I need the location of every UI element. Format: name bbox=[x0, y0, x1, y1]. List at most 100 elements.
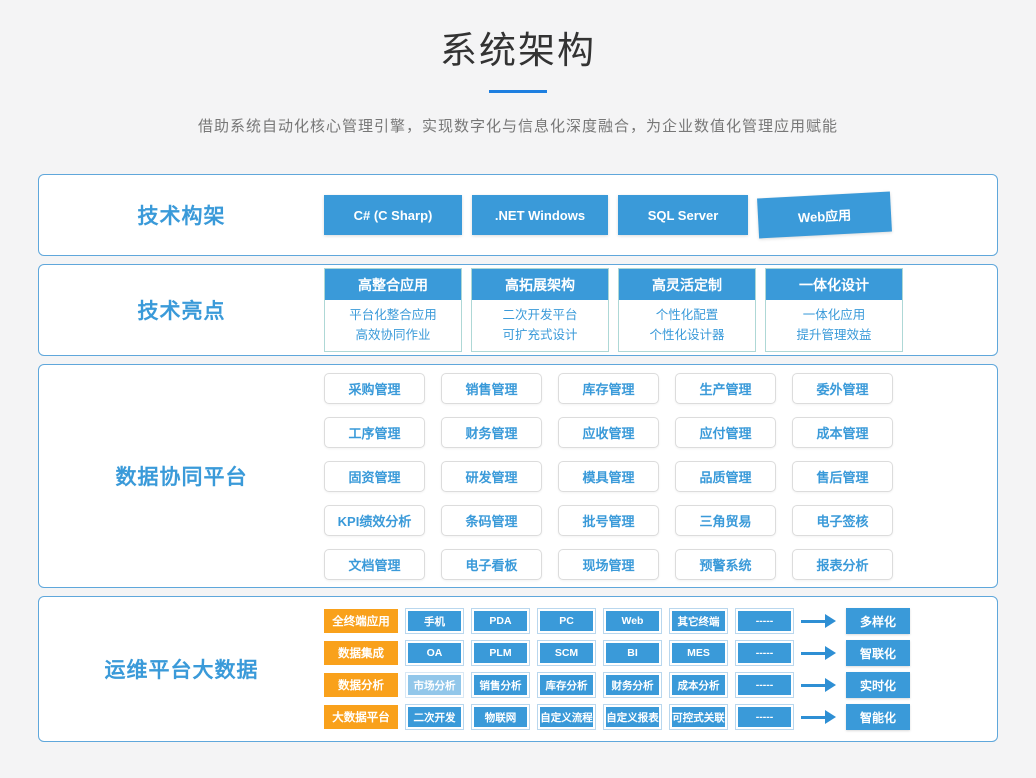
module-button[interactable]: 固资管理 bbox=[324, 461, 425, 492]
module-button[interactable]: 销售管理 bbox=[441, 373, 542, 404]
ops-items: OA PLM SCM BI MES ----- bbox=[406, 641, 793, 665]
module-button[interactable]: 模具管理 bbox=[558, 461, 659, 492]
ops-item[interactable]: SCM bbox=[538, 641, 595, 665]
ops-items: 手机 PDA PC Web 其它终端 ----- bbox=[406, 609, 793, 633]
tech-button-csharp[interactable]: C# (C Sharp) bbox=[324, 195, 462, 235]
title-underline bbox=[489, 90, 547, 93]
ops-item-ellipsis: ----- bbox=[736, 673, 793, 697]
module-button[interactable]: 三角贸易 bbox=[675, 505, 776, 536]
module-button[interactable]: 工序管理 bbox=[324, 417, 425, 448]
ops-category-tag: 数据集成 bbox=[324, 641, 398, 665]
module-button[interactable]: 采购管理 bbox=[324, 373, 425, 404]
ops-item[interactable]: Web bbox=[604, 609, 661, 633]
highlight-card-line: 个性化设计器 bbox=[619, 325, 755, 345]
highlight-card-line: 可扩充式设计 bbox=[472, 325, 608, 345]
ops-item[interactable]: PLM bbox=[472, 641, 529, 665]
highlight-card-line: 一体化应用 bbox=[766, 305, 902, 325]
ops-item[interactable]: 销售分析 bbox=[472, 673, 529, 697]
ops-item[interactable]: 市场分析 bbox=[406, 673, 463, 697]
ops-item[interactable]: PDA bbox=[472, 609, 529, 633]
section-label-tech-highlights: 技术亮点 bbox=[39, 295, 324, 325]
module-button[interactable]: 生产管理 bbox=[675, 373, 776, 404]
ops-item[interactable]: 物联网 bbox=[472, 705, 529, 729]
module-button[interactable]: 成本管理 bbox=[792, 417, 893, 448]
highlight-card-body: 平台化整合应用 高效协同作业 bbox=[325, 302, 461, 351]
tech-button-sqlserver[interactable]: SQL Server bbox=[618, 195, 748, 235]
module-button[interactable]: KPI绩效分析 bbox=[324, 505, 425, 536]
module-button[interactable]: 研发管理 bbox=[441, 461, 542, 492]
arrow-right-icon bbox=[801, 710, 836, 724]
module-button[interactable]: 批号管理 bbox=[558, 505, 659, 536]
ops-item[interactable]: 成本分析 bbox=[670, 673, 727, 697]
ops-item-ellipsis: ----- bbox=[736, 705, 793, 729]
module-button[interactable]: 品质管理 bbox=[675, 461, 776, 492]
section-data-platform: 数据协同平台 采购管理 销售管理 库存管理 生产管理 委外管理 工序管理 财务管… bbox=[38, 364, 998, 588]
highlight-card-line: 二次开发平台 bbox=[472, 305, 608, 325]
module-button[interactable]: 委外管理 bbox=[792, 373, 893, 404]
ops-item[interactable]: BI bbox=[604, 641, 661, 665]
tech-button-web[interactable]: Web应用 bbox=[757, 192, 892, 239]
ops-result-button[interactable]: 智能化 bbox=[846, 704, 910, 730]
ops-row-bigdata: 大数据平台 二次开发 物联网 自定义流程 自定义报表 可控式关联 ----- 智… bbox=[324, 704, 910, 730]
ops-row-analysis: 数据分析 市场分析 销售分析 库存分析 财务分析 成本分析 ----- 实时化 bbox=[324, 672, 910, 698]
highlight-card-title: 高整合应用 bbox=[325, 269, 461, 302]
highlight-card-body: 二次开发平台 可扩充式设计 bbox=[472, 302, 608, 351]
ops-row-terminals: 全终端应用 手机 PDA PC Web 其它终端 ----- 多样化 bbox=[324, 608, 910, 634]
module-button[interactable]: 文档管理 bbox=[324, 549, 425, 580]
ops-item[interactable]: OA bbox=[406, 641, 463, 665]
section-label-data-platform: 数据协同平台 bbox=[39, 461, 324, 491]
ops-item[interactable]: 自定义报表 bbox=[604, 705, 661, 729]
ops-item[interactable]: 手机 bbox=[406, 609, 463, 633]
ops-item[interactable]: PC bbox=[538, 609, 595, 633]
module-button[interactable]: 库存管理 bbox=[558, 373, 659, 404]
module-button[interactable]: 电子签核 bbox=[792, 505, 893, 536]
ops-item[interactable]: 其它终端 bbox=[670, 609, 727, 633]
ops-item[interactable]: MES bbox=[670, 641, 727, 665]
ops-category-tag: 大数据平台 bbox=[324, 705, 398, 729]
ops-item[interactable]: 财务分析 bbox=[604, 673, 661, 697]
page-subtitle: 借助系统自动化核心管理引擎，实现数字化与信息化深度融合，为企业数值化管理应用赋能 bbox=[0, 115, 1036, 136]
ops-item[interactable]: 库存分析 bbox=[538, 673, 595, 697]
section-label-tech-framework: 技术构架 bbox=[39, 200, 324, 230]
section-label-ops-platform: 运维平台大数据 bbox=[39, 654, 324, 684]
ops-item-ellipsis: ----- bbox=[736, 641, 793, 665]
highlight-cards: 高整合应用 平台化整合应用 高效协同作业 高拓展架构 二次开发平台 可扩充式设计… bbox=[324, 268, 903, 352]
ops-item-ellipsis: ----- bbox=[736, 609, 793, 633]
highlight-card-body: 一体化应用 提升管理效益 bbox=[766, 302, 902, 351]
ops-result-button[interactable]: 智联化 bbox=[846, 640, 910, 666]
ops-item[interactable]: 自定义流程 bbox=[538, 705, 595, 729]
module-button[interactable]: 预警系统 bbox=[675, 549, 776, 580]
highlight-card-title: 一体化设计 bbox=[766, 269, 902, 302]
module-button[interactable]: 现场管理 bbox=[558, 549, 659, 580]
module-button[interactable]: 报表分析 bbox=[792, 549, 893, 580]
highlight-card-line: 平台化整合应用 bbox=[325, 305, 461, 325]
module-grid: 采购管理 销售管理 库存管理 生产管理 委外管理 工序管理 财务管理 应收管理 … bbox=[324, 373, 893, 580]
section-tech-framework: 技术构架 C# (C Sharp) .NET Windows SQL Serve… bbox=[38, 174, 998, 256]
module-button[interactable]: 条码管理 bbox=[441, 505, 542, 536]
highlight-card-allinone: 一体化设计 一体化应用 提升管理效益 bbox=[765, 268, 903, 352]
tech-framework-buttons: C# (C Sharp) .NET Windows SQL Server Web… bbox=[324, 195, 891, 235]
section-tech-highlights: 技术亮点 高整合应用 平台化整合应用 高效协同作业 高拓展架构 二次开发平台 可… bbox=[38, 264, 998, 356]
module-button[interactable]: 电子看板 bbox=[441, 549, 542, 580]
arrow-right-icon bbox=[801, 614, 836, 628]
highlight-card-line: 提升管理效益 bbox=[766, 325, 902, 345]
ops-result-button[interactable]: 实时化 bbox=[846, 672, 910, 698]
ops-rows: 全终端应用 手机 PDA PC Web 其它终端 ----- 多样化 数据集成 … bbox=[324, 608, 910, 730]
page-header: 系统架构 借助系统自动化核心管理引擎，实现数字化与信息化深度融合，为企业数值化管… bbox=[0, 0, 1036, 136]
tech-button-dotnet[interactable]: .NET Windows bbox=[472, 195, 608, 235]
module-button[interactable]: 应付管理 bbox=[675, 417, 776, 448]
architecture-panels: 技术构架 C# (C Sharp) .NET Windows SQL Serve… bbox=[38, 174, 998, 742]
ops-row-integration: 数据集成 OA PLM SCM BI MES ----- 智联化 bbox=[324, 640, 910, 666]
highlight-card-body: 个性化配置 个性化设计器 bbox=[619, 302, 755, 351]
module-button[interactable]: 应收管理 bbox=[558, 417, 659, 448]
ops-item[interactable]: 二次开发 bbox=[406, 705, 463, 729]
ops-category-tag: 数据分析 bbox=[324, 673, 398, 697]
highlight-card-customization: 高灵活定制 个性化配置 个性化设计器 bbox=[618, 268, 756, 352]
ops-item[interactable]: 可控式关联 bbox=[670, 705, 727, 729]
module-button[interactable]: 财务管理 bbox=[441, 417, 542, 448]
highlight-card-extensibility: 高拓展架构 二次开发平台 可扩充式设计 bbox=[471, 268, 609, 352]
ops-items: 二次开发 物联网 自定义流程 自定义报表 可控式关联 ----- bbox=[406, 705, 793, 729]
module-button[interactable]: 售后管理 bbox=[792, 461, 893, 492]
ops-result-button[interactable]: 多样化 bbox=[846, 608, 910, 634]
highlight-card-integration: 高整合应用 平台化整合应用 高效协同作业 bbox=[324, 268, 462, 352]
